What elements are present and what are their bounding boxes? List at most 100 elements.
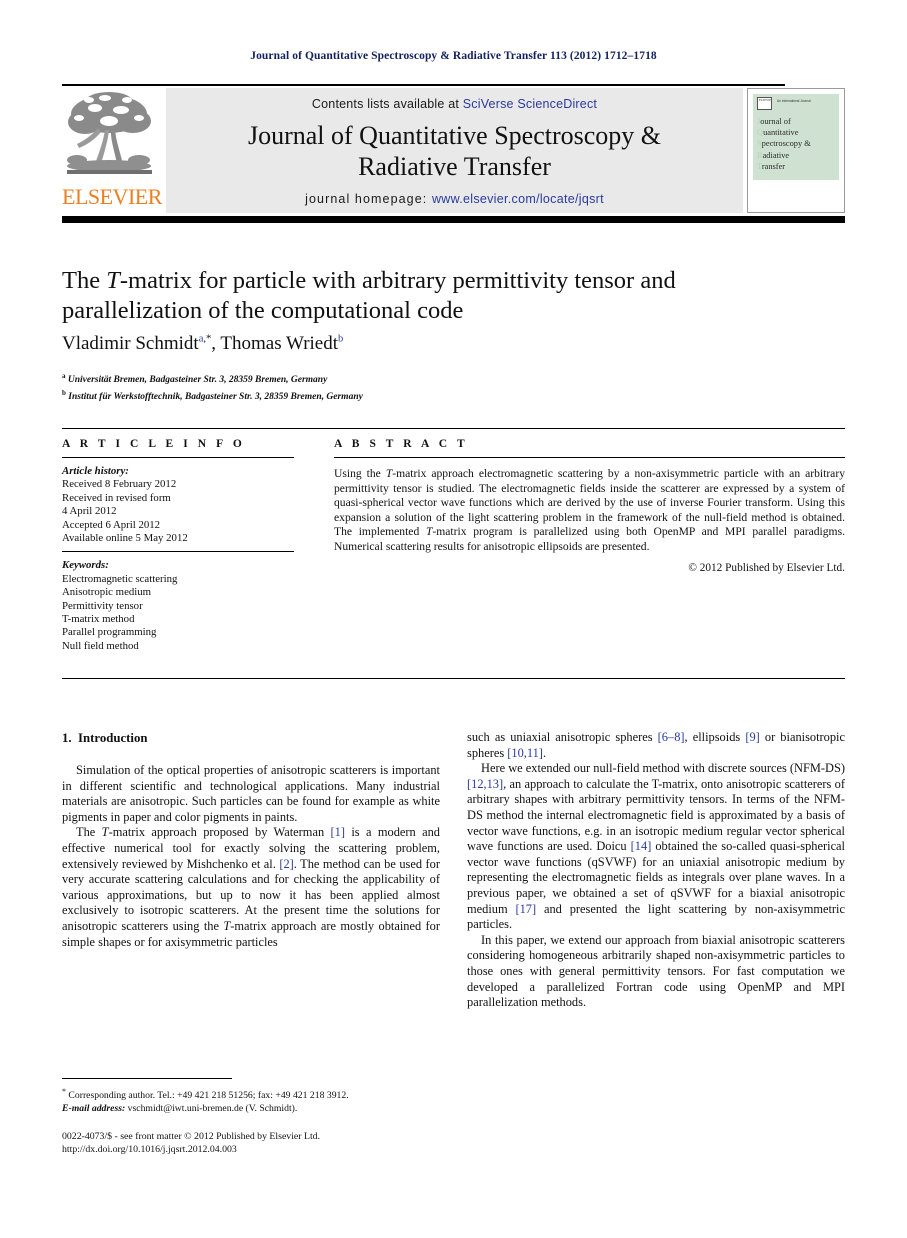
journal-title-line2: Radiative Transfer [358, 152, 551, 181]
homepage-url-link[interactable]: www.elsevier.com/locate/jqsrt [432, 192, 604, 206]
citation-link[interactable]: [9] [745, 730, 759, 744]
abstract-heading: A B S T R A C T [334, 438, 469, 450]
keyword-item: Null field method [62, 639, 139, 652]
cover-title-text: Journal of Quantitative Spectroscopy & R… [757, 116, 841, 172]
affiliation-list: a Universität Bremen, Badgasteiner Str. … [62, 370, 762, 404]
journal-homepage-line: journal homepage: www.elsevier.com/locat… [166, 192, 743, 206]
history-item: Received in revised form [62, 491, 171, 504]
history-item: Available online 5 May 2012 [62, 532, 188, 545]
footnote-line-1: * Corresponding author. Tel.: +49 421 21… [62, 1086, 452, 1103]
abstract-text: Using the T-matrix approach electromagne… [334, 467, 845, 555]
article-history-block: Article history: Received 8 February 201… [62, 465, 294, 545]
article-history-rule [62, 551, 294, 553]
abstract-seg-1: Using the [334, 467, 386, 480]
paragraph: Simulation of the optical properties of … [62, 763, 440, 825]
footnote-marker: * [62, 1087, 66, 1096]
cover-blank-strip [753, 180, 839, 212]
footnote-line-2: E-mail address: vschmidt@iwt.uni-bremen.… [62, 1103, 452, 1116]
paragraph-text: Simulation of the optical properties of … [62, 763, 440, 824]
cover-line-5: Transfer [757, 161, 786, 171]
masthead-bottom-rule [62, 216, 845, 223]
paragraph-seg: , ellipsoids [684, 730, 746, 744]
doi-link[interactable]: http://dx.doi.org/10.1016/j.jqsrt.2012.0… [62, 1144, 482, 1157]
journal-cover-thumbnail: ELSEVIER An International Journal Journa… [747, 88, 845, 213]
author-list: Vladimir Schmidta,*, Thomas Wriedtb [62, 333, 762, 355]
paragraph-seg: The [76, 825, 102, 840]
contents-list-line: Contents lists available at SciVerse Sci… [166, 97, 743, 111]
homepage-prefix: journal homepage: [305, 192, 428, 206]
contents-prefix: Contents lists available at [311, 97, 463, 111]
sciencedirect-link[interactable]: SciVerse ScienceDirect [463, 97, 597, 111]
footnote-rule [62, 1078, 232, 1079]
author-1-name: Vladimir Schmidt [62, 333, 199, 354]
history-item: 4 April 2012 [62, 505, 117, 518]
paragraph: The T-matrix approach proposed by Waterm… [62, 825, 440, 950]
keyword-item: Parallel programming [62, 626, 157, 639]
citation-link[interactable]: [1] [331, 825, 345, 839]
author-1: Vladimir Schmidta,* [62, 333, 211, 354]
citation-link[interactable]: [12,13] [467, 777, 503, 791]
citation-link[interactable]: [17] [515, 902, 536, 916]
keyword-item: T-matrix method [62, 613, 135, 626]
section-number: 1. [62, 731, 72, 745]
affiliation-b-mark: b [62, 389, 66, 398]
body-column-left: 1. Introduction Simulation of the optica… [62, 730, 440, 950]
affiliation-a-text: Universität Bremen, Badgasteiner Str. 3,… [67, 375, 328, 386]
affiliation-a: a Universität Bremen, Badgasteiner Str. … [62, 370, 762, 387]
keyword-item: Anisotropic medium [62, 586, 152, 599]
elsevier-logo: ELSEVIER [62, 88, 162, 214]
imprint-block: 0022-4073/$ - see front matter © 2012 Pu… [62, 1131, 482, 1156]
history-item: Accepted 6 April 2012 [62, 518, 161, 531]
elsevier-wordmark: ELSEVIER [62, 184, 162, 209]
italic-T: T [101, 825, 109, 840]
footnote-corresponding-text: Corresponding author. Tel.: +49 421 218 … [68, 1090, 349, 1102]
imprint-issn-line: 0022-4073/$ - see front matter © 2012 Pu… [62, 1131, 321, 1142]
citation-link[interactable]: [10,11] [507, 746, 543, 760]
cover-line-4: Radiative [757, 150, 790, 160]
cover-line-2: Quantitative [757, 128, 799, 138]
paragraph-seg: -matrix approach proposed by Waterman [108, 825, 331, 840]
history-item: Received 8 February 2012 [62, 478, 177, 491]
keywords-block: Keywords: Electromagnetic scattering Ani… [62, 559, 294, 653]
cover-inner: ELSEVIER An International Journal Journa… [753, 94, 839, 212]
paragraph: In this paper, we extend our approach fr… [467, 933, 845, 1011]
email-link[interactable]: vschmidt@iwt.uni-bremen.de (V. Schmidt). [125, 1103, 298, 1114]
author-2-affil-mark[interactable]: b [338, 334, 343, 345]
affiliation-a-mark: a [62, 372, 66, 380]
section-title: Introduction [78, 731, 148, 745]
citation-link[interactable]: [14] [631, 839, 652, 853]
paragraph: such as uniaxial anisotropic spheres [6–… [467, 730, 845, 761]
paragraph-seg: such as uniaxial anisotropic spheres [467, 730, 658, 744]
email-label: E-mail address: [62, 1102, 126, 1114]
abstract-heading-rule [334, 457, 845, 458]
abstract-copyright: © 2012 Published by Elsevier Ltd. [688, 561, 845, 574]
cover-line-3: Spectroscopy & [757, 139, 811, 149]
affiliation-b-text: Institut für Werkstofftechnik, Badgastei… [68, 392, 363, 403]
paragraph-seg: . [542, 745, 547, 760]
keyword-item: Electromagnetic scattering [62, 572, 178, 585]
article-info-column: A R T I C L E I N F O Article history: R… [62, 438, 294, 653]
masthead-banner: Contents lists available at SciVerse Sci… [166, 88, 743, 213]
info-section-bottom-rule [62, 678, 845, 679]
journal-article-first-page: Journal of Quantitative Spectroscopy & R… [0, 0, 907, 1238]
title-pre: The [62, 267, 107, 294]
article-history-label: Article history: [62, 465, 129, 477]
keywords-label: Keywords: [62, 559, 109, 572]
section-heading-introduction: 1. Introduction [62, 730, 440, 746]
journal-title: Journal of Quantitative Spectroscopy & R… [166, 120, 743, 182]
title-italic-T: T [106, 267, 120, 294]
elsevier-tree-icon [65, 88, 154, 182]
body-column-right: such as uniaxial anisotropic spheres [6–… [467, 730, 845, 1011]
cover-top-text: An International Journal [777, 99, 811, 103]
citation-link[interactable]: [6–8] [658, 730, 685, 744]
author-2-name: Thomas Wriedt [220, 333, 339, 354]
author-2: Thomas Wriedtb [220, 333, 343, 354]
title-post: -matrix for particle with arbitrary perm… [62, 267, 676, 324]
corresponding-author-footnote: * Corresponding author. Tel.: +49 421 21… [62, 1086, 452, 1115]
citation-link[interactable]: [2] [279, 857, 293, 871]
cover-elsevier-badge: ELSEVIER [757, 97, 772, 110]
article-info-heading-rule [62, 457, 294, 458]
cover-line-1: Journal of [757, 117, 791, 126]
article-info-heading: A R T I C L E I N F O [62, 438, 246, 450]
paragraph-text: In this paper, we extend our approach fr… [467, 932, 845, 1010]
